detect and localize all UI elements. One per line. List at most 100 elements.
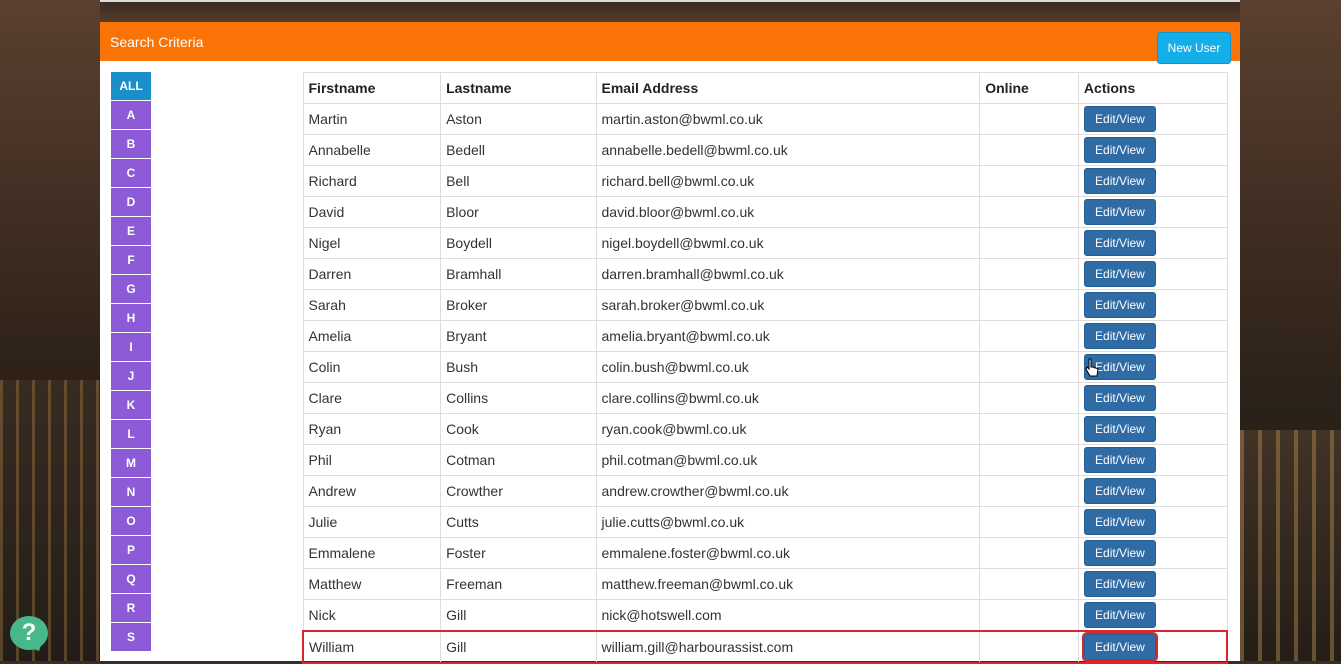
edit-view-button[interactable]: Edit/View [1083,602,1156,628]
column-header-online[interactable]: Online [979,72,1079,104]
actions-cell: Edit/View [1077,630,1228,664]
edit-view-button[interactable]: Edit/View [1081,632,1158,662]
online-cell [979,134,1079,166]
letter-filter-j[interactable]: J [111,362,151,390]
letter-filter-a[interactable]: A [111,101,151,129]
firstname-cell: Emmalene [302,537,442,569]
actions-cell: Edit/View [1077,196,1228,228]
actions-cell: Edit/View [1077,320,1228,352]
panel-header: Search Criteria New User [100,22,1240,64]
edit-view-button[interactable]: Edit/View [1083,292,1156,318]
letter-filter-g[interactable]: G [111,275,151,303]
column-header-firstname[interactable]: Firstname [302,72,442,104]
letter-filter-f[interactable]: F [111,246,151,274]
email-cell: amelia.bryant@bwml.co.uk [595,320,981,352]
letter-filter-i[interactable]: I [111,333,151,361]
actions-cell: Edit/View [1077,506,1228,538]
letter-filter-p[interactable]: P [111,536,151,564]
email-cell: richard.bell@bwml.co.uk [595,165,981,197]
lastname-cell: Bramhall [440,258,597,290]
lastname-cell: Bush [440,351,597,383]
email-cell: william.gill@harbourassist.com [595,630,981,664]
lastname-cell: Cutts [440,506,597,538]
panel-title: Search Criteria [110,34,204,50]
letter-filter-k[interactable]: K [111,391,151,419]
edit-view-button[interactable]: Edit/View [1083,540,1156,566]
firstname-cell: Richard [302,165,442,197]
letter-filter-e[interactable]: E [111,217,151,245]
edit-view-button[interactable]: Edit/View [1083,385,1156,411]
search-panel: Search Criteria New User ALL A B C D E F G H I J K L… [100,22,1240,664]
actions-cell: Edit/View [1077,475,1228,507]
table-row: Martin Aston martin.aston@bwml.co.uk Edit/V… [302,103,1228,135]
letter-filter-h[interactable]: H [111,304,151,332]
table-row: Phil Cotman phil.cotman@bwml.co.uk Edit/Vie… [302,444,1228,476]
edit-view-button[interactable]: Edit/View [1083,416,1156,442]
firstname-cell: Andrew [302,475,442,507]
letter-filter-o[interactable]: O [111,507,151,535]
edit-view-button[interactable]: Edit/View [1083,106,1156,132]
online-cell [979,258,1079,290]
letter-filter-n[interactable]: N [111,478,151,506]
table-row: Annabelle Bedell annabelle.bedell@bwml.co.… [302,134,1228,166]
firstname-cell: Julie [302,506,442,538]
edit-view-button[interactable]: Edit/View [1083,230,1156,256]
letter-filter-m[interactable]: M [111,449,151,477]
letter-filter-all[interactable]: ALL [111,72,151,100]
lastname-cell: Collins [440,382,597,414]
actions-cell: Edit/View [1077,165,1228,197]
edit-view-button[interactable]: Edit/View [1083,509,1156,535]
column-header-email[interactable]: Email Address [595,72,981,104]
online-cell [979,444,1079,476]
table-header-row: Firstname Lastname Email Address Online … [302,72,1228,104]
letter-filter-l[interactable]: L [111,420,151,448]
firstname-cell: Darren [302,258,442,290]
email-cell: nick@hotswell.com [595,599,981,632]
email-cell: clare.collins@bwml.co.uk [595,382,981,414]
edit-view-button[interactable]: Edit/View [1083,168,1156,194]
actions-cell: Edit/View [1077,289,1228,321]
lastname-cell: Broker [440,289,597,321]
table-row: William Gill william.gill@harbourassist.co… [302,630,1228,664]
table-row: Amelia Bryant amelia.bryant@bwml.co.uk Edit… [302,320,1228,352]
edit-view-button[interactable]: Edit/View [1083,137,1156,163]
firstname-cell: Ryan [302,413,442,445]
firstname-cell: Colin [302,351,442,383]
lastname-cell: Cotman [440,444,597,476]
table-row: Matthew Freeman matthew.freeman@bwml.co.uk… [302,568,1228,600]
lastname-cell: Bloor [440,196,597,228]
edit-view-button[interactable]: Edit/View [1083,199,1156,225]
edit-view-button[interactable]: Edit/View [1083,447,1156,473]
actions-cell: Edit/View [1077,382,1228,414]
question-icon[interactable]: ? [10,616,48,650]
letter-filter-r[interactable]: R [111,594,151,622]
email-cell: emmalene.foster@bwml.co.uk [595,537,981,569]
edit-view-button[interactable]: Edit/View [1083,571,1156,597]
edit-view-button[interactable]: Edit/View [1083,323,1156,349]
email-cell: phil.cotman@bwml.co.uk [595,444,981,476]
edit-view-button[interactable]: Edit/View [1083,261,1156,287]
letter-filter-s[interactable]: S [111,623,151,651]
actions-cell: Edit/View [1077,537,1228,569]
table-row: Sarah Broker sarah.broker@bwml.co.uk Edit/V… [302,289,1228,321]
online-cell [979,537,1079,569]
actions-cell: Edit/View [1077,413,1228,445]
table-row: Richard Bell richard.bell@bwml.co.uk Edit/V… [302,165,1228,197]
new-user-button[interactable]: New User [1157,32,1231,64]
letter-filter-d[interactable]: D [111,188,151,216]
letter-filter-q[interactable]: Q [111,565,151,593]
background-left [0,0,100,661]
online-cell [979,289,1079,321]
letter-filter-c[interactable]: C [111,159,151,187]
letter-filter-b[interactable]: B [111,130,151,158]
online-cell [979,165,1079,197]
email-cell: darren.bramhall@bwml.co.uk [595,258,981,290]
edit-view-button[interactable]: Edit/View [1083,478,1156,504]
email-cell: matthew.freeman@bwml.co.uk [595,568,981,600]
firstname-cell: Nick [302,599,442,632]
lastname-cell: Cook [440,413,597,445]
email-cell: julie.cutts@bwml.co.uk [595,506,981,538]
email-cell: david.bloor@bwml.co.uk [595,196,981,228]
online-cell [979,568,1079,600]
column-header-lastname[interactable]: Lastname [440,72,597,104]
